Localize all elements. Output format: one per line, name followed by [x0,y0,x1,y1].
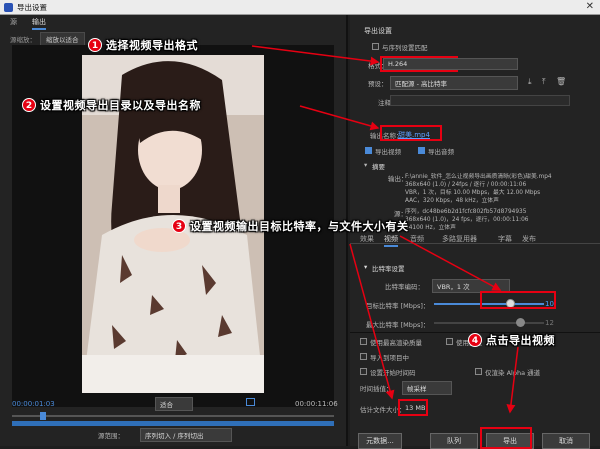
annotation-4: 点击导出视频 [486,334,555,347]
annotation-number-4: 4 [468,333,482,347]
annotation-2: 设置视频导出目录以及导出名称 [40,99,201,112]
annotation-number-3: 3 [172,219,186,233]
annotation-number-1: 1 [88,38,102,52]
annotation-1: 选择视频导出格式 [106,39,198,52]
annotation-number-2: 2 [22,98,36,112]
annotation-3: 设置视频输出目标比特率，与文件大小有关 [190,220,409,233]
